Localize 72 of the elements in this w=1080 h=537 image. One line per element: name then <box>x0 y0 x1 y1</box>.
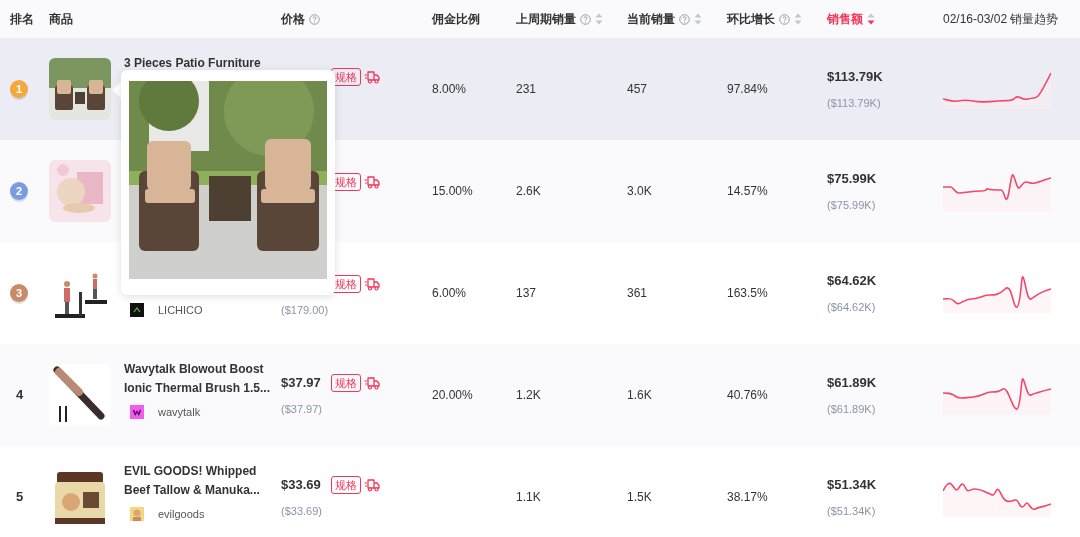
help-icon[interactable] <box>779 13 790 25</box>
price-converted: ($33.69) <box>281 504 323 519</box>
rank-medal: 3 <box>10 284 28 302</box>
table-cell-text: 14.57% <box>727 183 768 200</box>
shop-name[interactable]: wavytalk <box>158 404 201 421</box>
table-cell-text: 8.00% <box>432 81 467 98</box>
truck-icon <box>364 376 380 390</box>
table-cell-text: 2.6K <box>516 183 541 200</box>
table-cell-text: 163.5% <box>727 285 768 302</box>
truck-icon <box>364 175 380 189</box>
help-icon[interactable] <box>309 13 320 25</box>
column-header[interactable]: 环比增长 <box>727 10 775 28</box>
product-title[interactable]: Wavytalk Blowout Boost Ionic Thermal Brush 1.5... <box>124 360 274 398</box>
column-header[interactable]: 上周期销量 <box>516 10 576 28</box>
sales-amount: $61.89K <box>827 374 877 392</box>
column-header[interactable]: 销售额 <box>827 10 863 28</box>
column-header: 排名 <box>10 11 34 28</box>
table-row[interactable]: 4 Wavytalk Blowout Boost Ionic Thermal Brush 1.5... wavytalk $37.97 规格 ($37.97) 20.00% 1.2K 1.6K 40.76% $61.89K ($61.89K) <box>0 344 1080 446</box>
sales-converted: ($64.62K) <box>827 299 877 315</box>
column-header[interactable]: 当前销量 <box>627 10 675 28</box>
rank-number: 4 <box>16 386 24 405</box>
product-title[interactable]: EVIL GOODS! Whipped Beef Tallow & Manuka... <box>124 462 274 500</box>
table-cell-text: 40.76% <box>727 387 768 404</box>
sort-icon[interactable] <box>794 13 802 25</box>
price: $37.97 <box>281 374 322 393</box>
table-cell-text: 6.00% <box>432 285 467 302</box>
price-converted: ($179.00) <box>281 303 330 318</box>
column-header: 价格 <box>281 11 305 28</box>
sales-converted: ($51.34K) <box>827 503 877 519</box>
table-cell-text: 97.84% <box>727 81 768 98</box>
shop-name[interactable]: evilgoods <box>158 506 205 523</box>
rank-medal: 2 <box>10 182 28 200</box>
table-cell-text: 1.2K <box>516 387 541 404</box>
sales-amount: $51.34K <box>827 476 877 494</box>
sales-converted: ($113.79K) <box>827 95 882 111</box>
truck-icon <box>364 70 380 84</box>
table-cell-text: 20.00% <box>432 387 473 404</box>
table-cell-text: 137 <box>516 285 537 302</box>
sales-converted: ($61.89K) <box>827 401 877 417</box>
shop-name[interactable]: LICHICO <box>158 302 203 319</box>
help-icon[interactable] <box>580 13 591 25</box>
spec-tag[interactable]: 规格 <box>331 374 361 392</box>
help-icon[interactable] <box>679 13 690 25</box>
table-cell-text: 1.6K <box>627 387 652 404</box>
table-cell-text: 457 <box>627 81 648 98</box>
price-converted: ($37.97) <box>281 402 323 417</box>
column-header: 02/16-03/02 销量趋势 <box>943 11 1059 28</box>
sort-icon[interactable] <box>595 13 603 25</box>
column-header: 佣金比例 <box>432 11 480 28</box>
sales-converted: ($75.99K) <box>827 197 877 213</box>
table-cell-text: 231 <box>516 81 537 98</box>
table-cell-text: 1.1K <box>516 489 541 506</box>
sort-icon[interactable] <box>867 13 875 25</box>
column-header: 商品 <box>49 11 73 28</box>
table-cell-text: 38.17% <box>727 489 768 506</box>
sort-icon[interactable] <box>694 13 702 25</box>
truck-icon <box>364 277 380 291</box>
rank-number: 5 <box>16 488 24 507</box>
shop-logo-icon <box>130 405 144 420</box>
sales-amount: $64.62K <box>827 272 877 290</box>
spec-tag[interactable]: 规格 <box>331 476 361 494</box>
sales-amount: $113.79K <box>827 68 883 86</box>
rank-medal: 1 <box>10 80 28 98</box>
shop-logo-icon <box>130 303 144 318</box>
price: $33.69 <box>281 476 322 495</box>
shop-logo-icon <box>130 507 144 522</box>
truck-icon <box>364 478 380 492</box>
sales-amount: $75.99K <box>827 170 877 188</box>
table-cell-text: 361 <box>627 285 648 302</box>
table-cell-text: 1.5K <box>627 489 652 506</box>
table-cell-text: 3.0K <box>627 183 652 200</box>
table-cell-text: 15.00% <box>432 183 473 200</box>
